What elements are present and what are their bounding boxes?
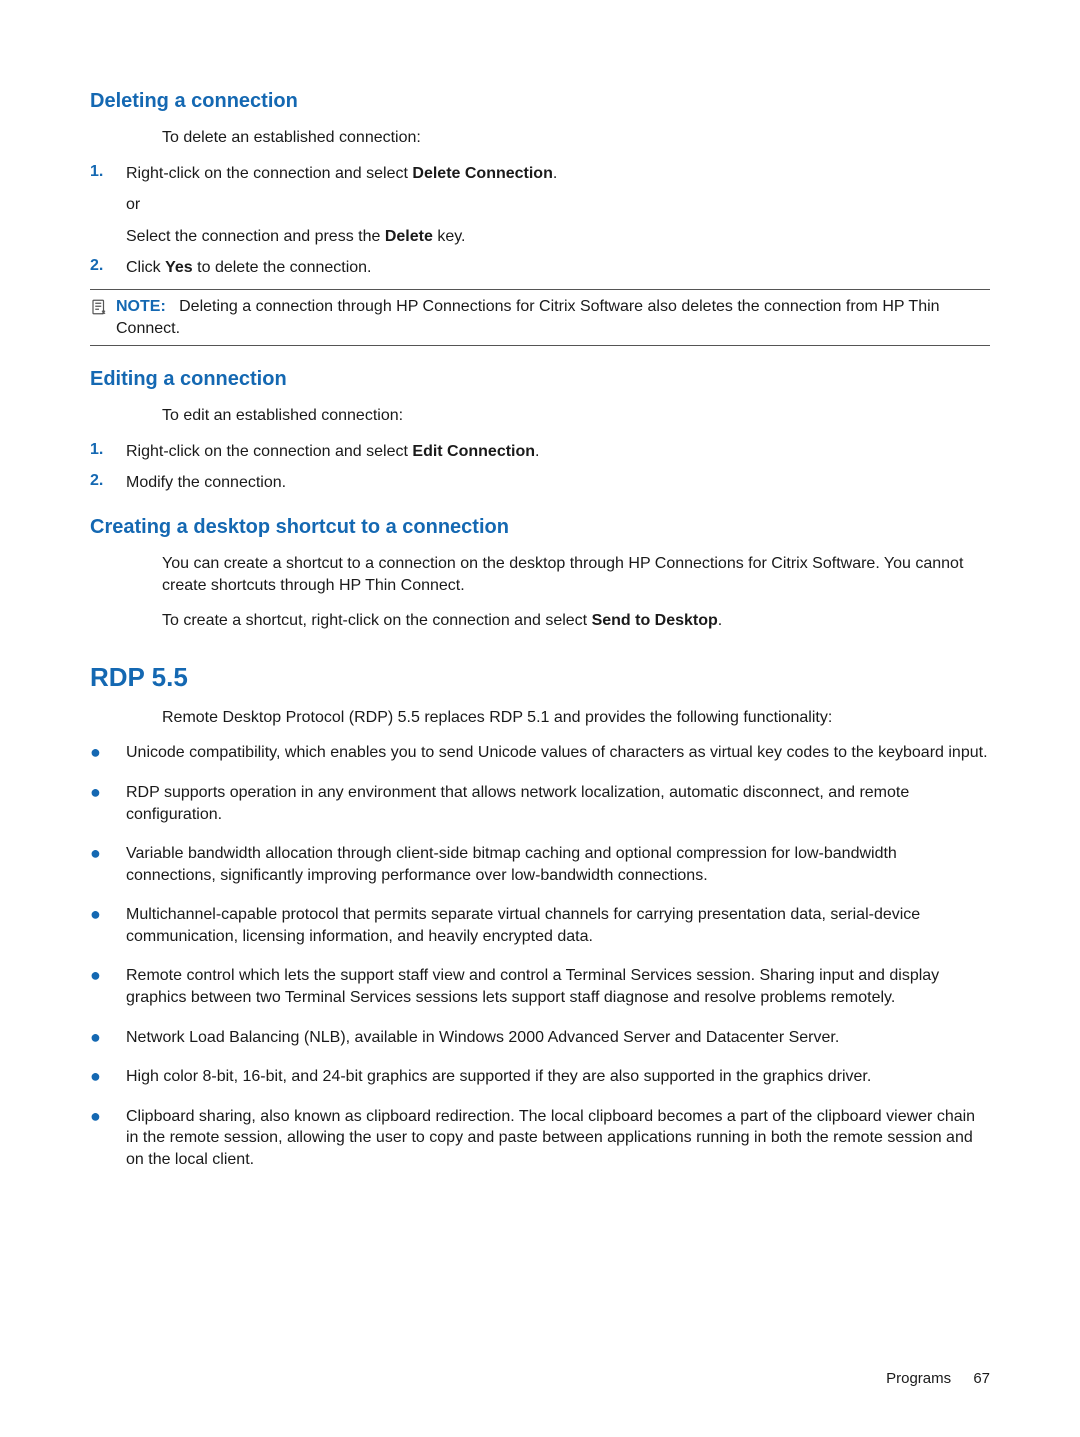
bullet-icon: ● — [90, 904, 126, 926]
text: Select the connection and press the Dele… — [126, 226, 557, 248]
bullet-text: Remote control which lets the support st… — [126, 965, 990, 1008]
shortcut-para2: To create a shortcut, right-click on the… — [162, 610, 990, 632]
or-text: or — [126, 194, 557, 216]
heading-editing-connection: Editing a connection — [90, 368, 990, 391]
text: Modify the connection. — [126, 474, 286, 491]
bullet-icon: ● — [90, 742, 126, 764]
heading-rdp-5-5: RDP 5.5 — [90, 662, 990, 693]
page-footer: Programs 67 — [886, 1370, 990, 1387]
bold-text: Delete — [385, 228, 433, 245]
note-label: NOTE: — [116, 298, 166, 315]
step-delete-2: 2. Click Yes to delete the connection. — [90, 257, 990, 279]
step-body: Modify the connection. — [126, 472, 286, 494]
list-item: ●Variable bandwidth allocation through c… — [90, 843, 990, 886]
list-item: ●Clipboard sharing, also known as clipbo… — [90, 1106, 990, 1171]
note-text: NOTE: Deleting a connection through HP C… — [116, 296, 990, 339]
bold-text: Edit Connection — [412, 443, 535, 460]
intro-delete: To delete an established connection: — [162, 127, 990, 149]
list-item: ●High color 8-bit, 16-bit, and 24-bit gr… — [90, 1066, 990, 1088]
list-item: ●Unicode compatibility, which enables yo… — [90, 742, 990, 764]
step-number: 2. — [90, 472, 126, 490]
bold-text: Yes — [165, 259, 193, 276]
list-item: ●Network Load Balancing (NLB), available… — [90, 1027, 990, 1049]
steps-edit: 1. Right-click on the connection and sel… — [90, 441, 990, 494]
bold-text: Delete Connection — [412, 165, 552, 182]
list-item: ●RDP supports operation in any environme… — [90, 782, 990, 825]
text: To create a shortcut, right-click on the… — [162, 612, 592, 629]
text: key. — [433, 228, 466, 245]
step-number: 2. — [90, 257, 126, 275]
text: Right-click on the connection and select — [126, 165, 412, 182]
bullet-text: Variable bandwidth allocation through cl… — [126, 843, 990, 886]
footer-section-label: Programs — [886, 1370, 951, 1387]
step-delete-1: 1. Right-click on the connection and sel… — [90, 163, 990, 248]
text: Right-click on the connection and select — [126, 443, 412, 460]
list-item: ●Remote control which lets the support s… — [90, 965, 990, 1008]
bold-text: Send to Desktop — [592, 612, 718, 629]
note-box: NOTE: Deleting a connection through HP C… — [90, 289, 990, 346]
text: Click — [126, 259, 165, 276]
bullet-icon: ● — [90, 843, 126, 865]
text: . — [718, 612, 722, 629]
step-number: 1. — [90, 441, 126, 459]
bullet-text: Clipboard sharing, also known as clipboa… — [126, 1106, 990, 1171]
heading-deleting-connection: Deleting a connection — [90, 90, 990, 113]
bullet-text: Multichannel-capable protocol that permi… — [126, 904, 990, 947]
bullet-icon: ● — [90, 965, 126, 987]
bullet-text: High color 8-bit, 16-bit, and 24-bit gra… — [126, 1066, 990, 1088]
text: . — [535, 443, 539, 460]
step-edit-2: 2. Modify the connection. — [90, 472, 990, 494]
step-body: Click Yes to delete the connection. — [126, 257, 372, 279]
bullet-icon: ● — [90, 1066, 126, 1088]
step-body: Right-click on the connection and select… — [126, 441, 540, 463]
bullet-icon: ● — [90, 1027, 126, 1049]
step-number: 1. — [90, 163, 126, 181]
text: . — [553, 165, 557, 182]
step-edit-1: 1. Right-click on the connection and sel… — [90, 441, 990, 463]
rdp-intro: Remote Desktop Protocol (RDP) 5.5 replac… — [162, 707, 990, 729]
heading-creating-shortcut: Creating a desktop shortcut to a connect… — [90, 516, 990, 539]
note-body: Deleting a connection through HP Connect… — [116, 298, 940, 337]
footer-page-number: 67 — [973, 1370, 990, 1387]
list-item: ●Multichannel-capable protocol that perm… — [90, 904, 990, 947]
bullet-text: Network Load Balancing (NLB), available … — [126, 1027, 990, 1049]
text: Select the connection and press the — [126, 228, 385, 245]
rdp-bullets: ●Unicode compatibility, which enables yo… — [90, 742, 990, 1170]
bullet-text: RDP supports operation in any environmen… — [126, 782, 990, 825]
bullet-icon: ● — [90, 1106, 126, 1128]
document-page: Deleting a connection To delete an estab… — [0, 0, 1080, 1437]
shortcut-para1: You can create a shortcut to a connectio… — [162, 553, 990, 596]
bullet-text: Unicode compatibility, which enables you… — [126, 742, 990, 764]
text: to delete the connection. — [193, 259, 372, 276]
intro-edit: To edit an established connection: — [162, 405, 990, 427]
bullet-icon: ● — [90, 782, 126, 804]
steps-delete: 1. Right-click on the connection and sel… — [90, 163, 990, 279]
note-icon — [90, 298, 116, 323]
step-body: Right-click on the connection and select… — [126, 163, 557, 248]
